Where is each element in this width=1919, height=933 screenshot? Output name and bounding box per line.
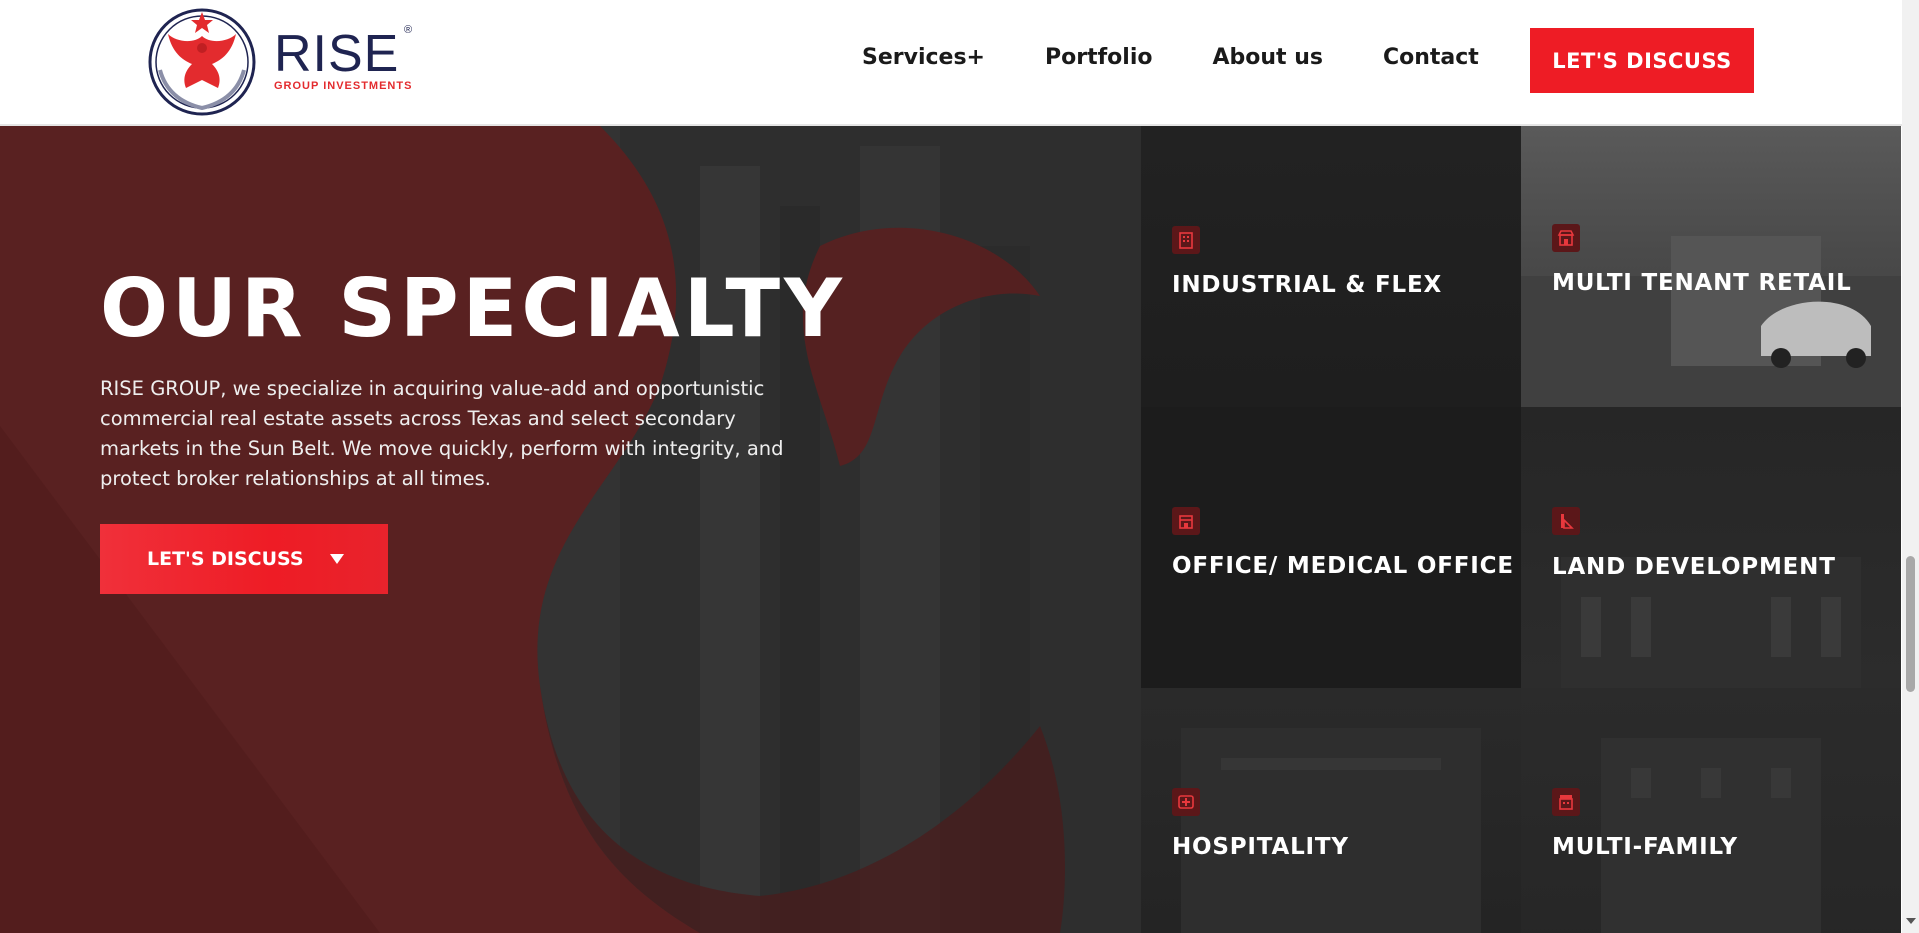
specialty-label: INDUSTRIAL & FLEX: [1172, 272, 1443, 298]
office-icon: [1172, 507, 1200, 535]
section-description: RISE GROUP, we specialize in acquiring v…: [100, 377, 784, 490]
phoenix-emblem-icon: [148, 8, 256, 116]
specialty-label: MULTI TENANT RETAIL: [1552, 270, 1852, 296]
specialty-label: HOSPITALITY: [1172, 834, 1349, 860]
specialty-tile-multifamily[interactable]: MULTI-FAMILY: [1521, 688, 1901, 933]
specialty-tile-land[interactable]: LAND DEVELOPMENT: [1521, 407, 1901, 688]
land-icon: [1552, 507, 1580, 535]
nav-contact[interactable]: Contact: [1383, 45, 1479, 70]
specialty-grid: INDUSTRIAL & FLEX MULTI TENANT RETAIL OF…: [1141, 126, 1902, 933]
nav-services[interactable]: Services+: [862, 45, 985, 70]
building-icon: [1172, 226, 1200, 254]
specialty-tile-retail[interactable]: MULTI TENANT RETAIL: [1521, 126, 1901, 407]
rise-logo[interactable]: RISE ® GROUP INVESTMENTS: [146, 8, 416, 116]
caret-down-icon: [329, 554, 344, 564]
nav-portfolio[interactable]: Portfolio: [1045, 45, 1153, 70]
apartment-icon: [1552, 788, 1580, 816]
logo-wordmark: RISE: [274, 25, 400, 83]
site-header: RISE ® GROUP INVESTMENTS Services+ Portf…: [0, 0, 1902, 126]
hero-discuss-label: LET'S DISCUSS: [147, 548, 304, 570]
hero-discuss-button[interactable]: LET'S DISCUSS: [100, 524, 388, 594]
specialty-label: LAND DEVELOPMENT: [1552, 554, 1836, 580]
specialty-hero: OUR SPECIALTY RISE GROUP, we specialize …: [0, 126, 1141, 933]
land-background-image: [1561, 557, 1861, 688]
logo-tagline: GROUP INVESTMENTS: [274, 80, 413, 92]
medical-cross-icon: [1172, 788, 1200, 816]
scroll-down-arrow-icon[interactable]: [1906, 918, 1916, 924]
specialty-tile-industrial[interactable]: INDUSTRIAL & FLEX: [1141, 126, 1521, 407]
header-discuss-button[interactable]: LET'S DISCUSS: [1530, 28, 1754, 93]
specialty-label: OFFICE/ MEDICAL OFFICE: [1172, 553, 1514, 579]
retail-background-image: [1521, 236, 1901, 407]
section-title: OUR SPECIALTY: [100, 262, 846, 355]
scrollbar-thumb[interactable]: [1906, 556, 1915, 692]
nav-about-us[interactable]: About us: [1213, 45, 1323, 70]
page-scrollbar[interactable]: [1902, 0, 1919, 933]
registered-mark: ®: [404, 24, 413, 36]
specialty-tile-hospitality[interactable]: HOSPITALITY: [1141, 688, 1521, 933]
specialty-tile-office[interactable]: OFFICE/ MEDICAL OFFICE: [1141, 407, 1521, 688]
specialty-label: MULTI-FAMILY: [1552, 834, 1738, 860]
main-nav: Services+ Portfolio About us Contact: [862, 45, 1479, 70]
storefront-icon: [1552, 224, 1580, 252]
